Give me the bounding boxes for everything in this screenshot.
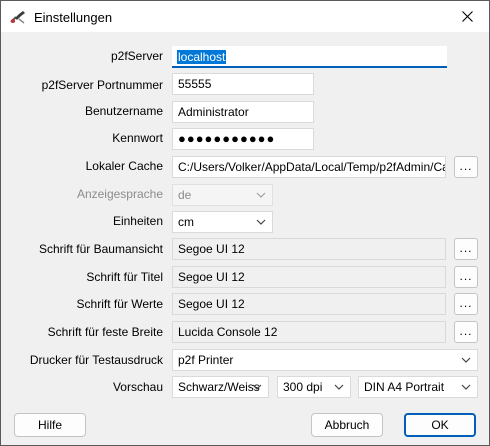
preview-dpi-value: 300 dpi bbox=[283, 380, 323, 394]
preview-dpi-select[interactable]: 300 dpi bbox=[277, 376, 351, 398]
font-fixed-label: Schrift für feste Breite bbox=[47, 325, 163, 339]
port-input[interactable]: 55555 bbox=[172, 73, 314, 95]
cache-browse-button[interactable]: ... bbox=[454, 156, 478, 178]
language-select: de bbox=[172, 184, 273, 206]
ok-button[interactable]: OK bbox=[404, 413, 476, 437]
password-label: Kennwort bbox=[112, 131, 163, 145]
port-label: p2fServer Portnummer bbox=[41, 78, 163, 92]
app-icon bbox=[10, 11, 25, 24]
font-values-button[interactable]: ... bbox=[454, 293, 478, 315]
server-input[interactable]: localhost bbox=[172, 46, 447, 68]
units-label: Einheiten bbox=[112, 214, 163, 228]
printer-value: p2f Printer bbox=[178, 353, 234, 367]
preview-color-value: Schwarz/Weiss bbox=[178, 380, 260, 394]
close-icon bbox=[461, 11, 473, 22]
font-values-label: Schrift für Werte bbox=[76, 297, 163, 311]
chevron-down-icon bbox=[252, 384, 262, 390]
font-fixed-value: Lucida Console 12 bbox=[172, 321, 446, 343]
window-title: Einstellungen bbox=[34, 10, 113, 25]
help-button[interactable]: Hilfe bbox=[14, 413, 86, 437]
printer-label: Drucker für Testausdruck bbox=[29, 353, 163, 367]
font-title-value: Segoe UI 12 bbox=[172, 266, 446, 288]
preview-label: Vorschau bbox=[112, 380, 163, 394]
language-value: de bbox=[178, 188, 192, 202]
chevron-down-icon bbox=[256, 192, 266, 198]
username-input[interactable]: Administrator bbox=[172, 101, 314, 123]
password-input[interactable]: ●●●●●●●●●●● bbox=[172, 128, 314, 150]
title-bar: Einstellungen bbox=[1, 1, 489, 32]
font-tree-button[interactable]: ... bbox=[454, 238, 478, 260]
cancel-button[interactable]: Abbruch bbox=[311, 413, 383, 437]
units-value: cm bbox=[178, 215, 194, 229]
preview-color-select[interactable]: Schwarz/Weiss bbox=[172, 376, 269, 398]
cache-input[interactable]: C:/Users/Volker/AppData/Local/Temp/p2fAd… bbox=[172, 156, 446, 178]
server-value: localhost bbox=[177, 50, 227, 64]
preview-format-select[interactable]: DIN A4 Portrait bbox=[358, 376, 478, 398]
printer-select[interactable]: p2f Printer bbox=[172, 349, 478, 371]
cache-label: Lokaler Cache bbox=[85, 159, 163, 173]
close-button[interactable] bbox=[445, 1, 489, 32]
preview-format-value: DIN A4 Portrait bbox=[364, 380, 445, 394]
chevron-down-icon bbox=[256, 219, 266, 225]
font-title-label: Schrift für Titel bbox=[86, 270, 163, 284]
font-tree-label: Schrift für Baumansicht bbox=[38, 242, 163, 256]
chevron-down-icon bbox=[334, 384, 344, 390]
units-select[interactable]: cm bbox=[172, 211, 273, 233]
font-fixed-button[interactable]: ... bbox=[454, 321, 478, 343]
language-label: Anzeigesprache bbox=[76, 187, 163, 201]
chevron-down-icon bbox=[461, 384, 471, 390]
server-label: p2fServer bbox=[110, 49, 163, 63]
font-values-value: Segoe UI 12 bbox=[172, 293, 446, 315]
chevron-down-icon bbox=[461, 357, 471, 363]
settings-dialog: Einstellungen p2fServer localhost p2fSer… bbox=[0, 0, 490, 446]
font-title-button[interactable]: ... bbox=[454, 266, 478, 288]
username-label: Benutzername bbox=[84, 104, 163, 118]
font-tree-value: Segoe UI 12 bbox=[172, 238, 446, 260]
